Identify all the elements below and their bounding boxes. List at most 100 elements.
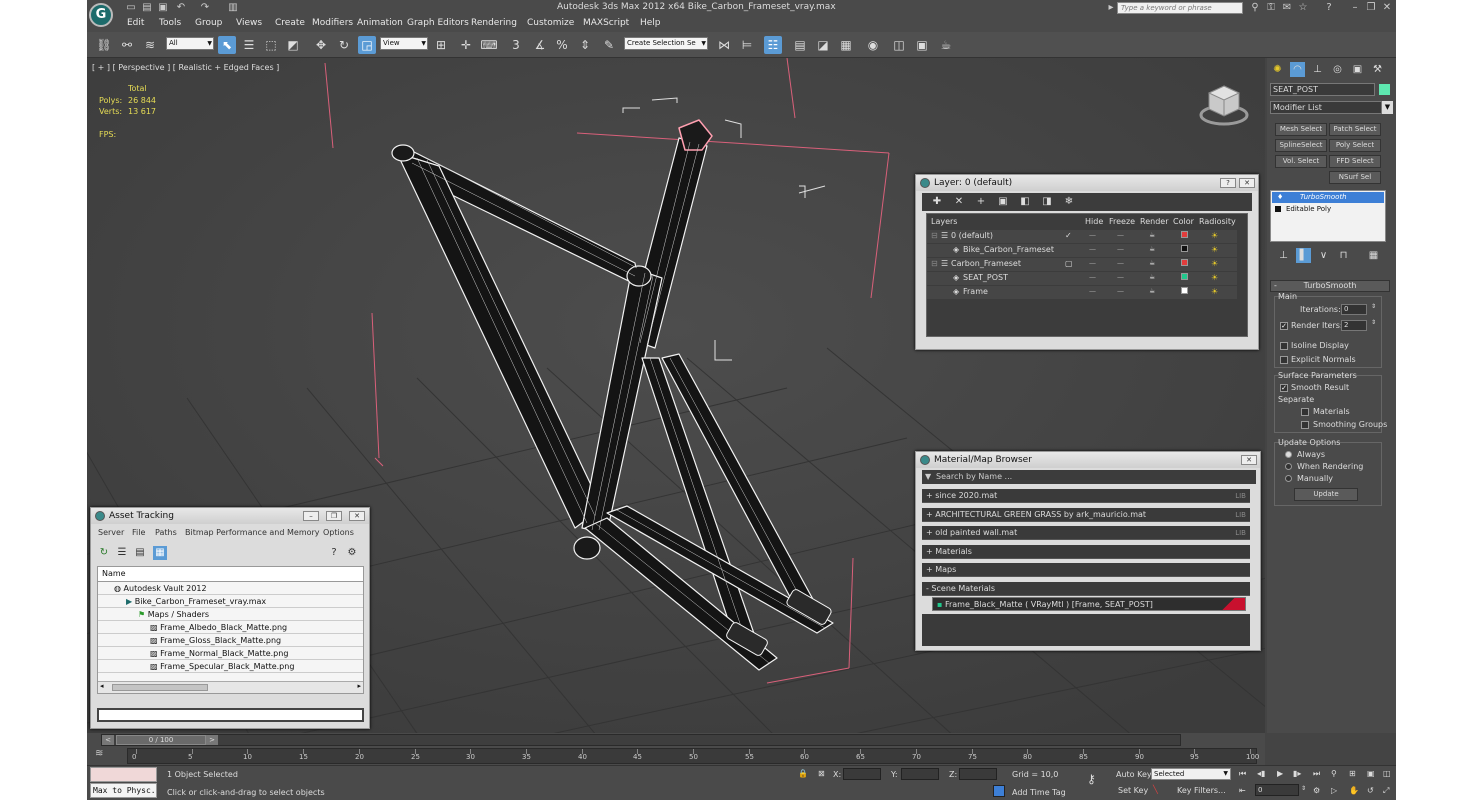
poly-select-button[interactable]: Poly Select [1329,139,1381,152]
radiosity-sun-icon[interactable]: ☀ [1211,259,1218,268]
column-name-header[interactable]: Name [98,567,363,582]
add-to-layer-icon[interactable]: + [974,195,988,209]
ffd-select-button[interactable]: FFD Select [1329,155,1381,168]
snaps-toggle-icon[interactable]: 3 [507,36,525,54]
render-iters-checkbox[interactable]: ✓ [1280,322,1288,330]
close-icon[interactable]: ✕ [1239,178,1255,188]
open-file-icon[interactable]: ▤ [141,2,153,13]
rendered-frame-window-icon[interactable]: ▣ [913,36,931,54]
minimize-icon[interactable]: – [303,511,319,521]
menu-file[interactable]: File [132,528,145,537]
make-current-checkbox-icon[interactable]: ▢ [1065,259,1073,268]
menu-maxscript[interactable]: MAXScript [583,18,629,28]
menu-tools[interactable]: Tools [159,18,181,28]
remove-modifier-icon[interactable]: ⊓ [1336,248,1351,263]
z-coord-field[interactable] [959,768,997,780]
render-teapot-icon[interactable]: ☕ [1149,273,1155,281]
pin-stack-icon[interactable]: ⊥ [1276,248,1291,263]
layer-row[interactable]: ⊟ ☰ Carbon_Frameset ▢ — — ☕ ☀ [927,258,1237,271]
object-color-swatch[interactable] [1379,84,1390,95]
menu-bitmap-performance[interactable]: Bitmap Performance and Memory [185,528,320,537]
layer-row[interactable]: ◈ Frame — — ☕ ☀ [927,286,1237,299]
stack-item-turbosmooth[interactable]: TurboSmooth [1272,192,1384,203]
slider-next-icon[interactable]: > [206,735,218,745]
material-browser-titlebar[interactable]: Material/Map Browser ✕ [916,452,1260,468]
delete-layer-icon[interactable]: ✕ [952,195,966,209]
materials-group-row[interactable]: + Materials [922,545,1250,559]
scrollbar-thumb[interactable] [112,684,208,691]
rotate-icon[interactable]: ↻ [335,36,353,54]
always-radio[interactable] [1285,451,1292,458]
menu-animation[interactable]: Animation [357,18,403,28]
render-teapot-icon[interactable]: ☕ [1149,245,1155,253]
absolute-mode-icon[interactable]: ⊠ [818,769,825,778]
layer-color-swatch[interactable] [1181,259,1188,266]
project-folder-icon[interactable]: ▥ [227,2,239,13]
maximize-viewport-icon[interactable]: ⤢ [1383,786,1389,796]
key-mode-toggle-icon[interactable]: ⇤ [1239,786,1246,795]
current-layer-check-icon[interactable]: ✓ [1065,231,1072,240]
library-row[interactable]: + old painted wall.mat LIB [922,526,1250,540]
spinner-arrows-icon[interactable]: ⇕ [1371,319,1376,326]
communication-icon[interactable]: ✉ [1281,2,1293,14]
layer-color-swatch[interactable] [1181,231,1188,238]
modifier-list-dropdown[interactable]: Modifier List [1270,101,1382,114]
stack-item-editable-poly[interactable]: Editable Poly [1272,204,1384,215]
layer-manager-titlebar[interactable]: Layer: 0 (default) ? ✕ [916,175,1258,191]
freeze-toggle-icon[interactable]: — [1117,273,1124,281]
maxscript-listener-output[interactable] [90,767,157,782]
horizontal-scrollbar[interactable]: ◂ ▸ [98,681,363,693]
named-selection-set-dropdown[interactable]: Create Selection Se ▼ [624,37,708,50]
vol-select-button[interactable]: Vol. Select [1275,155,1327,168]
selection-filter-dropdown[interactable]: All ▼ [166,37,214,50]
highlight-layer-icon[interactable]: ◧ [1018,195,1032,209]
modify-tab-icon[interactable]: ◠ [1290,62,1305,77]
motion-tab-icon[interactable]: ◎ [1330,62,1345,77]
select-and-link-icon[interactable]: ⛓ [95,36,113,54]
hide-toggle-icon[interactable]: — [1089,273,1096,281]
scroll-right-icon[interactable]: ▸ [357,682,361,690]
smoothing-groups-checkbox[interactable] [1301,421,1309,429]
library-row[interactable]: + ARCHITECTURAL GREEN GRASS by ark_mauri… [922,508,1250,522]
keyboard-shortcut-icon[interactable]: ⌨ [480,36,498,54]
material-search-input[interactable]: ▼ Search by Name ... [922,470,1256,484]
edit-named-selection-icon[interactable]: ✎ [600,36,618,54]
zoom-extents-icon[interactable]: ▣ [1367,769,1375,778]
list-view-icon[interactable]: ☰ [115,546,129,560]
hide-toggle-icon[interactable]: — [1089,259,1096,267]
column-layers[interactable]: Layers [931,217,957,226]
radiosity-sun-icon[interactable]: ☀ [1211,273,1218,282]
select-by-name-icon[interactable]: ☰ [240,36,258,54]
zoom-extents-all-icon[interactable]: ◫ [1383,769,1391,778]
object-name-field[interactable]: SEAT_POST [1270,83,1375,96]
render-teapot-icon[interactable]: ☕ [1149,231,1155,239]
goto-end-icon[interactable]: ⏭ [1313,769,1320,779]
explicit-normals-checkbox[interactable] [1280,356,1288,364]
mini-curve-editor-icon[interactable]: ≋ [95,748,103,759]
list-item[interactable]: ▨ Frame_Normal_Black_Matte.png [98,647,363,660]
time-config-icon[interactable]: ⚙ [1313,786,1320,795]
zoom-all-icon[interactable]: ⊞ [1349,769,1356,778]
freeze-all-icon[interactable]: ❄ [1062,195,1076,209]
layer-color-swatch[interactable] [1181,287,1188,294]
settings-icon[interactable]: ⚙ [345,546,359,560]
keyword-search-input[interactable]: Type a keyword or phrase [1117,2,1243,14]
add-time-tag[interactable]: Add Time Tag [1012,788,1066,797]
column-color[interactable]: Color [1173,217,1194,226]
close-icon[interactable]: ✕ [349,511,365,521]
detail-view-icon[interactable]: ▤ [133,546,147,560]
list-item[interactable]: ▨ Frame_Gloss_Black_Matte.png [98,634,363,647]
freeze-toggle-icon[interactable]: — [1117,287,1124,295]
scene-material-item[interactable]: ▪ Frame_Black_Matte ( VRayMtl ) [Frame, … [932,597,1246,611]
reference-coordinate-dropdown[interactable]: View ▼ [380,37,428,50]
scroll-left-icon[interactable]: ◂ [100,682,104,690]
maxscript-mini-listener[interactable]: Max to Physc. [90,783,157,798]
radiosity-sun-icon[interactable]: ☀ [1211,231,1218,240]
menu-group[interactable]: Group [195,18,222,28]
lightbulb-icon[interactable]: ♦ [1277,193,1283,201]
manually-radio[interactable] [1285,475,1292,482]
next-frame-icon[interactable]: ▮▸ [1293,769,1301,778]
library-row[interactable]: + since 2020.mat LIB [922,489,1250,503]
freeze-toggle-icon[interactable]: — [1117,231,1124,239]
list-item[interactable]: ⚑ Maps / Shaders [98,608,363,621]
